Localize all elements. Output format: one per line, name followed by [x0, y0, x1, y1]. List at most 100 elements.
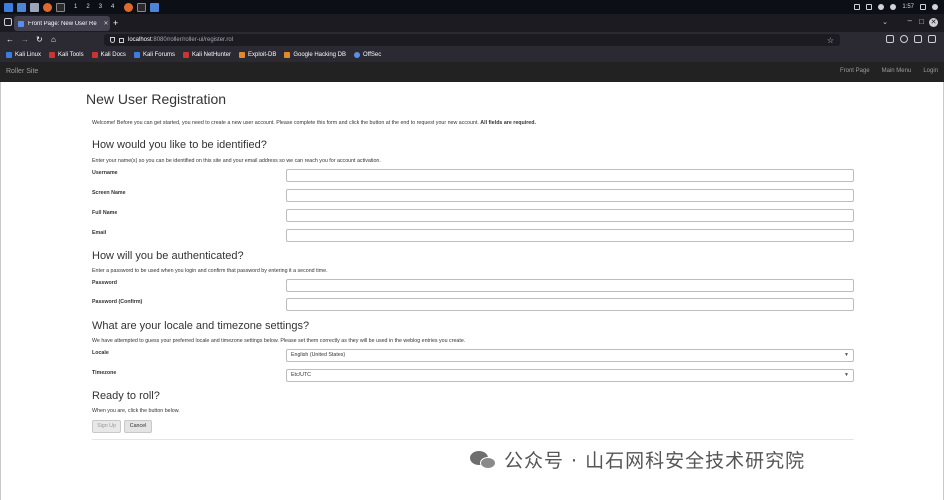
ghdb-icon — [284, 52, 291, 58]
password-input[interactable] — [286, 279, 854, 292]
url-bar[interactable]: localhost:8080/roller/roller-ui/register… — [104, 34, 840, 46]
locale-heading: What are your locale and timezone settin… — [92, 320, 310, 332]
close-window-icon[interactable]: ✕ — [929, 18, 938, 27]
file-manager-icon[interactable] — [30, 2, 39, 12]
divider — [92, 439, 854, 440]
workspace-4[interactable]: 4 — [111, 4, 114, 10]
tab-front-page[interactable]: Front Page: New User Re ✕ — [14, 16, 110, 31]
full-name-input[interactable] — [286, 209, 854, 222]
bookmark-offsec[interactable]: OffSec — [354, 52, 381, 58]
kali-tools-icon — [49, 52, 56, 58]
bookmark-star-icon[interactable]: ☆ — [827, 36, 834, 45]
tab-title: Front Page: New User Re — [28, 20, 97, 27]
username-input[interactable] — [286, 169, 854, 182]
watermark: 公众号 · 山石网科安全技术研究院 — [470, 446, 805, 473]
tab-overview-icon[interactable] — [4, 18, 12, 26]
watermark-text: 公众号 · 山石网科安全技术研究院 — [504, 450, 806, 472]
offsec-icon — [354, 52, 361, 58]
folder-window-icon[interactable] — [150, 2, 160, 12]
full-name-label: Full Name — [92, 210, 118, 216]
browser-navbar: ← → ↻ ⌂ localhost:8080/roller/roller-ui/… — [0, 32, 944, 48]
back-icon[interactable]: ← — [6, 34, 14, 46]
bookmark-kali-tools[interactable]: Kali Tools — [49, 52, 84, 58]
bookmark-google-hacking-db[interactable]: Google Hacking DB — [284, 52, 346, 58]
volume-icon[interactable] — [866, 4, 873, 10]
timezone-value: Etc/UTC — [291, 372, 312, 378]
password-confirm-input[interactable] — [286, 298, 854, 311]
list-tabs-chevron-icon[interactable]: ⌄ — [882, 18, 888, 26]
site-info-icon[interactable] — [119, 37, 124, 43]
password-confirm-label: Password (Confirm) — [92, 299, 143, 305]
site-brand[interactable]: Roller Site — [6, 68, 38, 75]
registration-page: New User Registration Welcome! Before yo… — [0, 82, 944, 500]
nav-login[interactable]: Login — [923, 68, 938, 74]
tracking-shield-icon[interactable] — [110, 37, 115, 43]
firefox-window-icon[interactable] — [124, 2, 134, 12]
screen-name-input[interactable] — [286, 189, 854, 202]
timezone-select[interactable]: Etc/UTC ▼ — [286, 369, 854, 382]
timezone-label: Timezone — [92, 370, 117, 376]
power-icon[interactable] — [932, 4, 938, 10]
menu-icon[interactable] — [928, 35, 936, 43]
cancel-button[interactable]: Cancel — [124, 420, 152, 433]
bookmarks-toolbar: Kali Linux Kali Tools Kali Docs Kali For… — [0, 48, 944, 62]
terminal-icon[interactable] — [56, 2, 65, 12]
url-host: localhost — [128, 37, 152, 43]
chevron-down-icon: ▼ — [844, 352, 849, 358]
maximize-icon[interactable]: □ — [919, 17, 924, 26]
clock: 1:57 — [902, 4, 914, 10]
desktop-icon[interactable] — [17, 2, 26, 12]
sign-up-button[interactable]: Sign Up — [92, 420, 121, 433]
chevron-down-icon: ▼ — [844, 372, 849, 378]
screen-icon[interactable] — [854, 4, 861, 10]
kali-forums-icon — [133, 52, 140, 58]
email-input[interactable] — [286, 229, 854, 242]
home-icon[interactable]: ⌂ — [51, 34, 56, 46]
bookmark-exploit-db[interactable]: Exploit-DB — [238, 52, 276, 58]
minimize-icon[interactable]: – — [908, 16, 912, 25]
nav-main-menu[interactable]: Main Menu — [882, 68, 912, 74]
close-tab-icon[interactable]: ✕ — [102, 20, 110, 27]
terminal-window-icon[interactable] — [137, 2, 147, 12]
locale-select[interactable]: English (United States) ▼ — [286, 349, 854, 362]
bookmark-kali-forums[interactable]: Kali Forums — [133, 52, 175, 58]
workspace-1[interactable]: 1 — [74, 4, 77, 10]
settings-icon[interactable] — [890, 4, 897, 10]
kali-menu-icon[interactable] — [4, 2, 13, 12]
site-navbar: Roller Site Front Page Main Menu Login — [0, 62, 944, 82]
page-title: New User Registration — [86, 91, 227, 107]
firefox-icon[interactable] — [43, 2, 52, 12]
identity-desc: Enter your name(s) so you can be identif… — [92, 158, 381, 164]
kali-icon — [6, 52, 12, 58]
bookmark-kali-docs[interactable]: Kali Docs — [91, 52, 126, 58]
account-icon[interactable] — [900, 35, 908, 43]
exploit-db-icon — [238, 52, 245, 58]
extensions-icon[interactable] — [914, 35, 922, 43]
system-taskbar: 1 2 3 4 1:57 — [0, 0, 944, 14]
workspace-2[interactable]: 2 — [86, 4, 89, 10]
browser-tab-strip: Front Page: New User Re ✕ + ⌄ – □ ✕ — [0, 14, 944, 32]
locale-value: English (United States) — [291, 352, 346, 358]
new-tab-icon[interactable]: + — [113, 17, 118, 29]
url-path: :8080/roller/roller-ui/register.rol — [151, 37, 234, 43]
auth-desc: Enter a password to be used when you log… — [92, 268, 328, 274]
password-label: Password — [92, 280, 118, 286]
bookmark-kali-linux[interactable]: Kali Linux — [6, 52, 41, 58]
pocket-icon[interactable] — [886, 35, 894, 43]
auth-heading: How will you be authenticated? — [92, 250, 244, 262]
locale-desc: We have attempted to guess your preferre… — [92, 338, 466, 344]
forward-icon[interactable]: → — [21, 34, 29, 46]
workspace-3[interactable]: 3 — [99, 4, 102, 10]
ready-heading: Ready to roll? — [92, 390, 160, 402]
username-label: Username — [92, 170, 118, 176]
bookmark-kali-nethunter[interactable]: Kali NetHunter — [182, 52, 231, 58]
screen-name-label: Screen Name — [92, 190, 126, 196]
nav-front-page[interactable]: Front Page — [840, 68, 870, 74]
email-label: Email — [92, 230, 107, 236]
reload-icon[interactable]: ↻ — [36, 34, 43, 46]
roller-favicon-icon — [18, 20, 24, 27]
notification-icon[interactable] — [878, 4, 885, 10]
intro-text: Welcome! Before you can get started, you… — [92, 120, 536, 126]
kali-docs-icon — [91, 52, 98, 58]
lock-icon[interactable] — [920, 4, 926, 10]
